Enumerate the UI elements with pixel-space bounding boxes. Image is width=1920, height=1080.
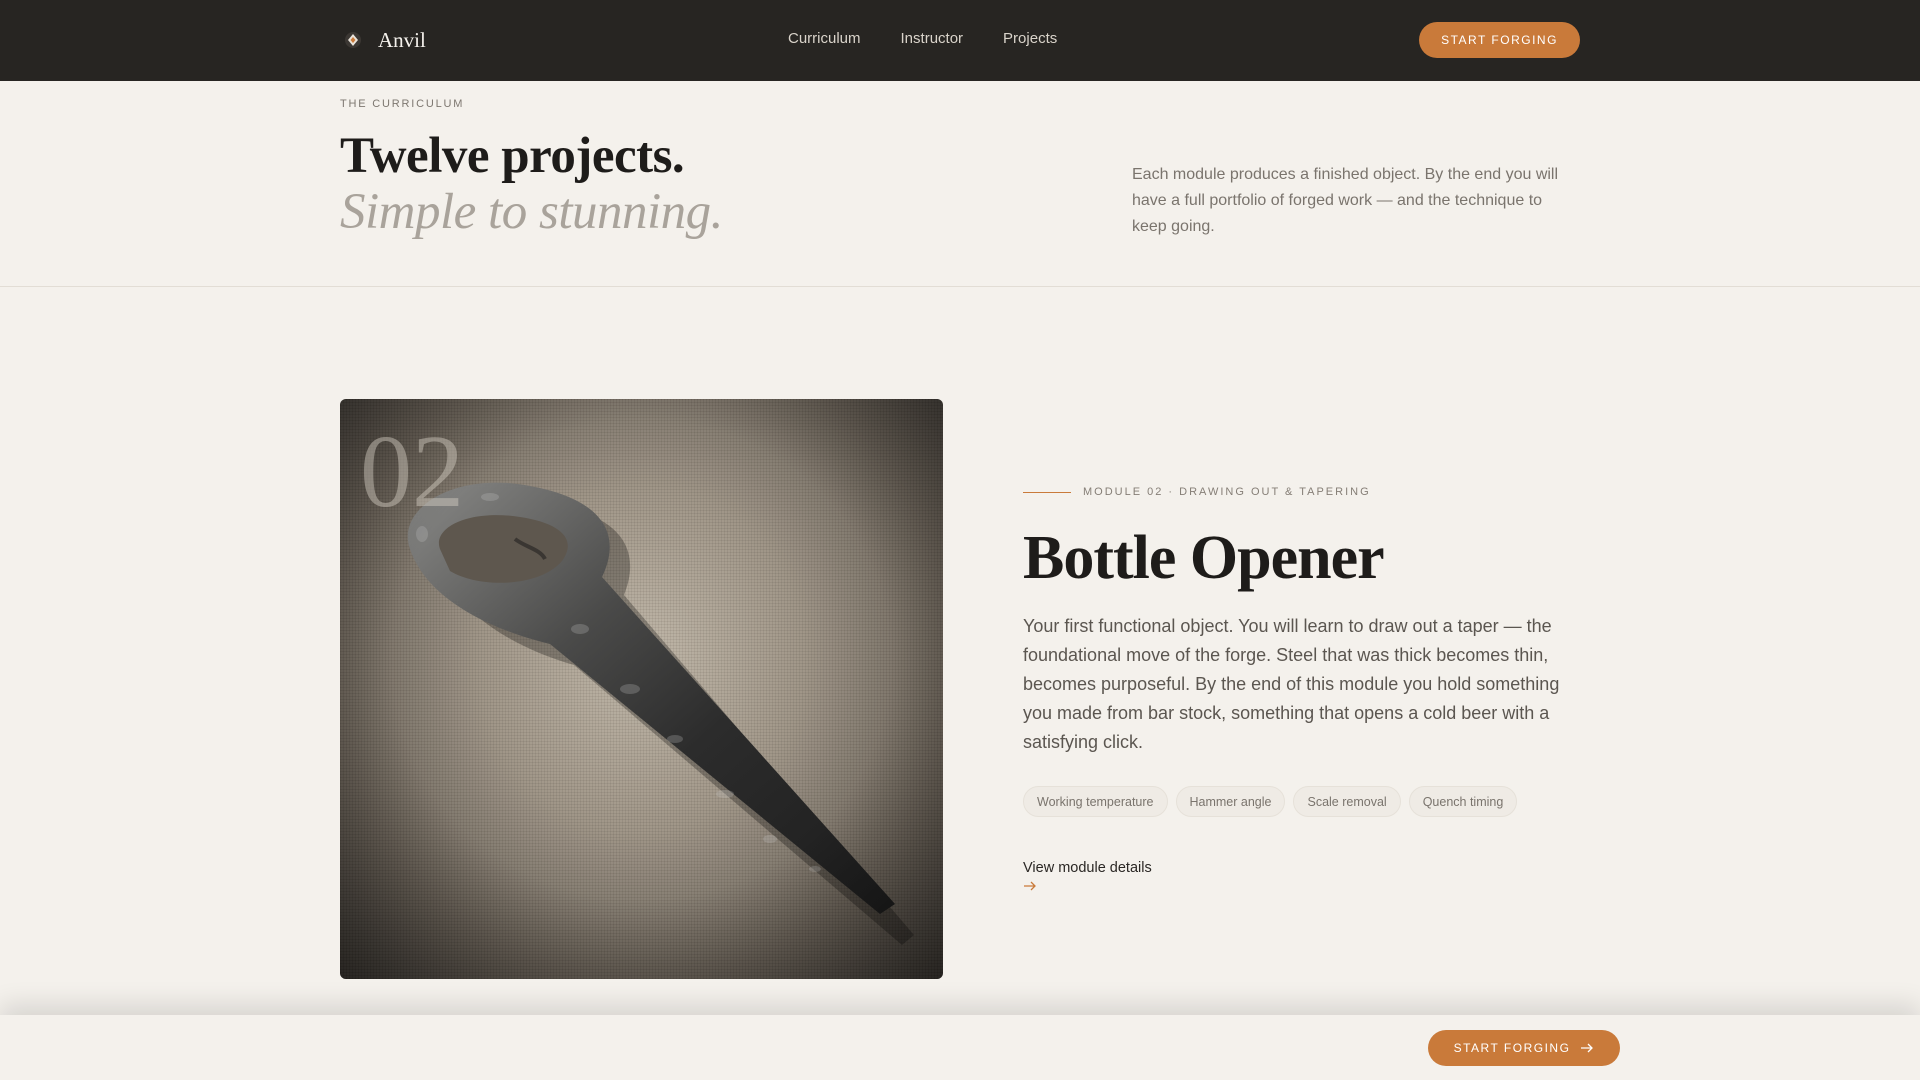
hero-subtitle: Simple to stunning.	[340, 184, 723, 240]
module-description: Your first functional object. You will l…	[1023, 616, 1560, 752]
tag-scale-removal: Scale removal	[1293, 786, 1401, 817]
module-title: Bottle Opener	[1023, 524, 1385, 592]
top-nav: Anvil Curriculum Instructor Projects STA…	[0, 0, 1920, 81]
sticky-cta-label: START FORGING	[1453, 1041, 1571, 1055]
accent-line	[1023, 491, 1071, 493]
sticky-start-forging-button[interactable]: START FORGING	[1428, 1030, 1620, 1066]
arrow-right-icon	[1580, 1043, 1594, 1053]
tag-hammer-angle: Hammer angle	[1175, 786, 1286, 817]
skill-tags: Working temperature Hammer angle Scale r…	[1023, 786, 1525, 817]
module-image: 02	[340, 399, 943, 979]
nav-link-curriculum[interactable]: Curriculum	[788, 30, 861, 47]
tag-working-temperature: Working temperature	[1023, 786, 1168, 817]
module-label: MODULE 02 · DRAWING OUT & TAPERING	[1083, 486, 1371, 498]
nav-link-projects[interactable]: Projects	[1003, 30, 1057, 47]
brand[interactable]: Anvil	[340, 26, 426, 54]
arrow-right-icon	[1023, 878, 1152, 896]
module-link-label: View module details	[1023, 860, 1152, 876]
anvil-logo-icon	[340, 27, 366, 53]
view-module-details-link[interactable]: View module details	[1023, 860, 1152, 896]
nav-link-instructor[interactable]: Instructor	[901, 30, 964, 47]
tag-quench-timing: Quench timing	[1408, 786, 1518, 817]
section-divider	[0, 286, 1920, 287]
module-number: 02	[360, 414, 464, 529]
nav-links: Curriculum Instructor Projects	[788, 30, 1097, 47]
sticky-cta-bar: START FORGING	[0, 1015, 1920, 1080]
module-label-row: MODULE 02 · DRAWING OUT & TAPERING	[1023, 486, 1371, 498]
section-eyebrow: THE CURRICULUM	[340, 98, 465, 110]
start-forging-button[interactable]: START FORGING	[1419, 22, 1580, 58]
brand-name: Anvil	[378, 27, 426, 52]
hero-description: Each module produces a finished object. …	[1132, 166, 1559, 235]
hero-title: Twelve projects.	[340, 128, 685, 184]
